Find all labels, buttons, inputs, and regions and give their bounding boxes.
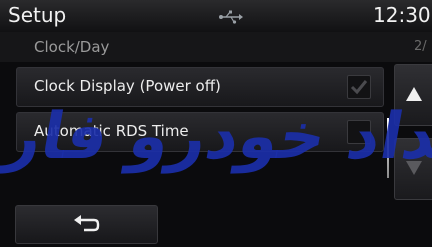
- screen-title: Setup: [8, 3, 67, 27]
- option-row-automatic-rds-time[interactable]: Automatic RDS Time: [16, 112, 384, 152]
- option-label: Clock Display (Power off): [34, 77, 221, 95]
- scroll-up-button[interactable]: [394, 64, 432, 126]
- section-title: Clock/Day: [34, 38, 110, 56]
- option-row-clock-display[interactable]: Clock Display (Power off): [16, 67, 384, 107]
- clock: 12:30: [373, 3, 431, 27]
- page-indicator: 2/: [414, 39, 427, 54]
- triangle-down-icon: [406, 161, 422, 175]
- triangle-up-icon: [406, 87, 422, 101]
- automatic-rds-time-checkbox[interactable]: [347, 120, 371, 144]
- return-arrow-icon: [74, 215, 100, 232]
- option-label: Automatic RDS Time: [34, 122, 189, 140]
- scroll-down-button[interactable]: [394, 138, 432, 200]
- back-button[interactable]: [15, 205, 158, 244]
- usb-icon: [219, 9, 243, 24]
- scroll-divider: [387, 118, 389, 178]
- clock-display-checkbox[interactable]: [347, 75, 371, 99]
- checkmark-icon: [350, 80, 368, 95]
- section-header: Clock/Day 2/: [0, 32, 432, 62]
- status-bar: Setup 12:30: [0, 0, 432, 32]
